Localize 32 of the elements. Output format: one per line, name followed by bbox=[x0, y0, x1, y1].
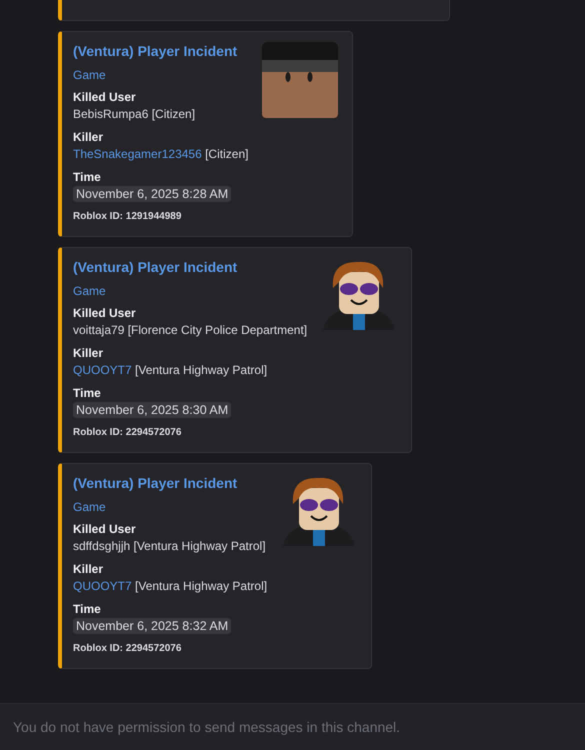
timestamp: November 6, 2025 8:32 AM bbox=[73, 618, 232, 634]
username-link[interactable]: QUOOYT7 bbox=[73, 579, 132, 593]
field-value: [Citizen] bbox=[204, 147, 248, 161]
field-name: Killer bbox=[73, 561, 104, 577]
field-name: Killed User bbox=[73, 305, 137, 321]
embed-author[interactable]: Game bbox=[73, 283, 308, 299]
field-name: Killer bbox=[73, 345, 104, 361]
embed-title[interactable]: (Ventura) Player Incident bbox=[73, 257, 308, 277]
embed-footer: Roblox ID: 2294572076 bbox=[73, 427, 308, 438]
embed-author[interactable]: Game bbox=[73, 67, 248, 83]
field-name: Killed User bbox=[73, 521, 137, 537]
embed-footer: Roblox ID: 1291944989 bbox=[73, 211, 248, 222]
field-value: voittaja79 [Florence City Police Department] bbox=[73, 322, 308, 339]
field-value: [Ventura Highway Patrol] bbox=[134, 363, 268, 377]
field-name: Time bbox=[73, 169, 102, 185]
field-name: Killed User bbox=[73, 89, 137, 105]
embed-title[interactable]: (Ventura) Player Incident bbox=[73, 473, 268, 493]
embed-footer: Roblox ID: 2294572076 bbox=[73, 643, 268, 654]
timestamp: November 6, 2025 8:30 AM bbox=[73, 402, 232, 418]
timestamp: November 6, 2025 8:28 AM bbox=[73, 186, 232, 202]
message-input[interactable]: You do not have permission to send messages in this channel. bbox=[0, 703, 585, 750]
embed-author[interactable]: Game bbox=[73, 499, 268, 515]
field-name: Killer bbox=[73, 129, 104, 145]
field-name: Time bbox=[73, 601, 102, 617]
field-value: [Ventura Highway Patrol] bbox=[134, 579, 268, 593]
field-name: Time bbox=[73, 385, 102, 401]
username-link[interactable]: TheSnakegamer123456 bbox=[73, 147, 202, 161]
input-placeholder: You do not have permission to send messages in this channel. bbox=[13, 719, 400, 735]
embed-title[interactable]: (Ventura) Player Incident bbox=[73, 41, 248, 61]
field-value: sdffdsghjjh [Ventura Highway Patrol] bbox=[73, 538, 267, 555]
field-value: BebisRumpa6 [Citizen] bbox=[73, 106, 196, 123]
username-link[interactable]: QUOOYT7 bbox=[73, 363, 132, 377]
